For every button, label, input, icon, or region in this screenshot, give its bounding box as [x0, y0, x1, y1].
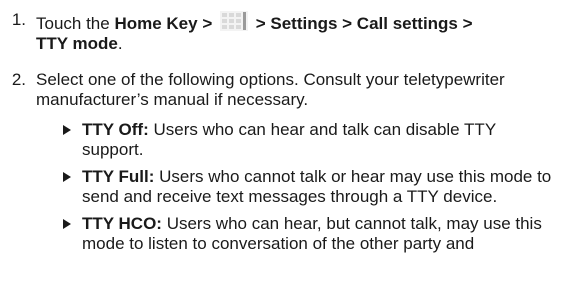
settings-path: > Settings > Call settings > — [255, 14, 473, 33]
step-touch-text: Touch the — [36, 14, 115, 33]
step-number: 1. — [11, 10, 26, 29]
triangle-bullet-icon — [63, 125, 71, 135]
step-period: . — [117, 34, 123, 53]
option-tty-full: TTY Full: Users who cannot talk or hear … — [60, 167, 560, 207]
step-1: 1. Touch the Home Key > > Settings > Cal… — [0, 10, 575, 54]
option-title: TTY Full: — [82, 167, 155, 186]
option-tty-hco: TTY HCO: Users who can hear, but cannot … — [60, 214, 560, 254]
option-tty-off: TTY Off: Users who can hear and talk can… — [60, 120, 560, 160]
option-title: TTY HCO: — [82, 214, 162, 233]
option-title: TTY Off: — [82, 120, 149, 139]
app-grid-icon-svg — [219, 11, 248, 31]
app-grid-icon — [219, 10, 249, 32]
triangle-bullet-icon — [63, 172, 71, 182]
step-text: Select one of the following options. Con… — [36, 70, 505, 109]
step-number: 2. — [11, 70, 26, 89]
step-text: Touch the Home Key > > Settings > Call s… — [36, 10, 575, 54]
tty-options-list: TTY Off: Users who can hear and talk can… — [0, 120, 575, 254]
step-2: 2. Select one of the following options. … — [0, 70, 575, 110]
tty-mode-label: TTY mode — [36, 34, 118, 53]
triangle-bullet-icon — [63, 219, 71, 229]
home-key-label: Home Key > — [114, 14, 213, 33]
